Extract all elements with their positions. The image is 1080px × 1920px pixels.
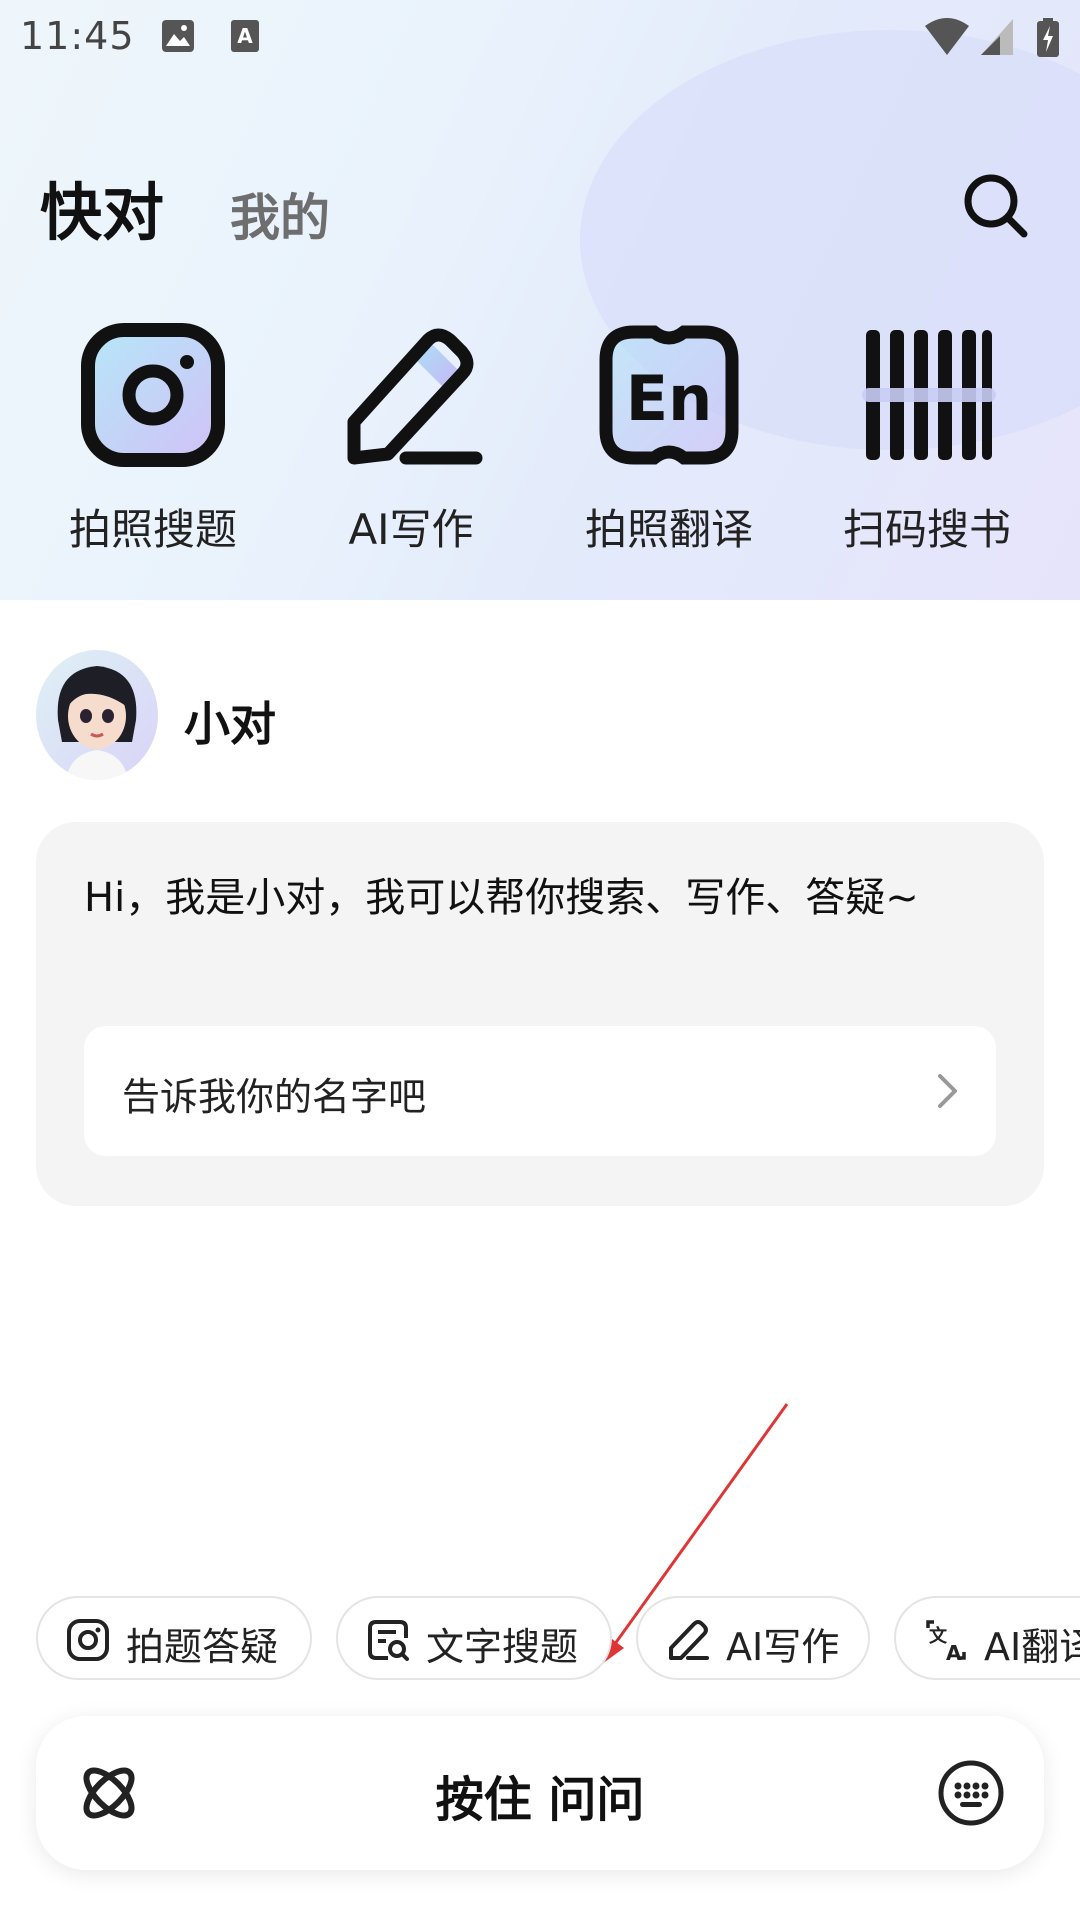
text-a-icon: A bbox=[231, 20, 259, 52]
camera-icon bbox=[81, 323, 225, 467]
tool-label: AI写作 bbox=[348, 505, 474, 554]
tab-kuaidui[interactable]: 快对 bbox=[40, 162, 164, 252]
chip-ai-writing[interactable]: AI写作 bbox=[636, 1596, 870, 1680]
chip-label: 拍题答疑 bbox=[126, 1625, 279, 1669]
translate-icon: 文 A bbox=[926, 1620, 966, 1662]
chip-label: AI写作 bbox=[726, 1625, 840, 1669]
image-icon bbox=[162, 20, 194, 52]
quick-tools: 拍照搜题 AI写作 En 拍照翻译 扫码搜书 bbox=[0, 320, 1080, 560]
suggestion-text: 告诉我你的名字吧 bbox=[122, 1075, 427, 1119]
text-search-icon bbox=[368, 1620, 409, 1661]
chip-row: 拍题答疑 文字搜题 AI写作 文 A AI翻译 bbox=[0, 1596, 1080, 1680]
keyboard-icon[interactable] bbox=[936, 1758, 1006, 1828]
search-icon[interactable] bbox=[960, 170, 1030, 240]
chat-card: Hi，我是小对，我可以帮你搜索、写作、答疑~ 告诉我你的名字吧 bbox=[36, 822, 1044, 1206]
chevron-right-icon bbox=[938, 1074, 957, 1108]
tab-mine[interactable]: 我的 bbox=[230, 178, 330, 250]
hold-to-ask-label[interactable]: 按住 问问 bbox=[36, 1760, 1044, 1830]
tool-photo-translate[interactable]: En 拍照翻译 bbox=[540, 320, 798, 560]
chip-ai-translate[interactable]: 文 A AI翻译 bbox=[894, 1596, 1080, 1680]
tool-label: 扫码搜书 bbox=[842, 505, 1011, 554]
camera-icon bbox=[67, 1619, 109, 1661]
avatar[interactable] bbox=[36, 650, 158, 780]
pencil-icon bbox=[669, 1620, 709, 1660]
svg-text:A: A bbox=[237, 24, 253, 48]
tool-label: 拍照翻译 bbox=[584, 505, 753, 554]
tool-photo-search[interactable]: 拍照搜题 bbox=[24, 320, 282, 560]
svg-text:En: En bbox=[626, 362, 713, 435]
chip-photo-qa[interactable]: 拍题答疑 bbox=[36, 1596, 312, 1680]
tool-label: 拍照搜题 bbox=[68, 505, 237, 554]
wifi-icon bbox=[925, 18, 969, 55]
bot-name: 小对 bbox=[184, 697, 276, 751]
status-time: 11:45 bbox=[20, 14, 135, 58]
tool-scan-book[interactable]: 扫码搜书 bbox=[798, 320, 1056, 560]
suggestion-button[interactable]: 告诉我你的名字吧 bbox=[84, 1026, 996, 1156]
cellular-icon bbox=[981, 19, 1013, 55]
pencil-icon bbox=[347, 328, 483, 465]
translate-en-icon: En bbox=[599, 325, 739, 465]
top-nav: 快对 我的 bbox=[0, 150, 1080, 250]
chip-label: 文字搜题 bbox=[426, 1625, 579, 1669]
battery-charging-icon bbox=[1037, 18, 1059, 57]
barcode-icon bbox=[862, 330, 996, 460]
chip-label: AI翻译 bbox=[984, 1625, 1080, 1669]
chat-message: Hi，我是小对，我可以帮你搜索、写作、答疑~ bbox=[84, 875, 919, 921]
chip-text-search[interactable]: 文字搜题 bbox=[336, 1596, 612, 1680]
status-bar: 11:45 A bbox=[0, 0, 1080, 74]
bot-header: 小对 bbox=[36, 650, 636, 780]
tool-ai-writing[interactable]: AI写作 bbox=[282, 320, 540, 560]
voice-input-bar[interactable]: 按住 问问 bbox=[36, 1716, 1044, 1870]
